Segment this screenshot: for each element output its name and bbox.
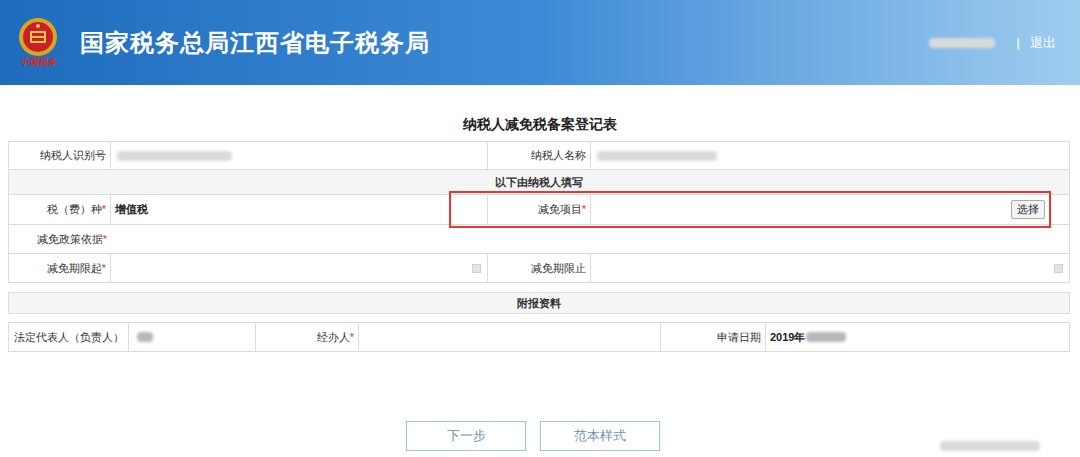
tax-type-value: 增值税 (111, 195, 488, 224)
calendar-icon[interactable] (1054, 264, 1063, 273)
field-label: 减免期限起* (9, 254, 111, 282)
masked-value (137, 332, 153, 342)
tax-emblem-icon (18, 17, 58, 57)
site-title: 国家税务总局江西省电子税务局 (80, 25, 430, 61)
exemption-item-field: 减免项目* 选择 (453, 195, 1047, 224)
logo: 中国税务 (12, 17, 64, 68)
form-title: 纳税人减免税备案登记表 (0, 113, 1080, 135)
field-label: 法定代表人（负责人） (9, 323, 129, 351)
section-header: 以下由纳税人填写 (9, 170, 1069, 195)
table-row: 法定代表人（负责人） 经办人* 申请日期2019年 (8, 322, 1070, 352)
field-label: 纳税人识别号 (9, 142, 111, 169)
period-start-input[interactable] (111, 254, 488, 282)
logout-link[interactable]: 退出 (1030, 33, 1056, 53)
page: 中国税务国家税务总局江西省电子税务局|退出纳税人减免税备案登记表纳税人识别号纳税… (0, 0, 1080, 457)
masked-value (929, 38, 995, 48)
masked-value (597, 151, 717, 161)
table-row: 纳税人识别号 纳税人名称 (9, 142, 1069, 170)
apply-date-value: 2019年 (766, 323, 1069, 351)
action-button[interactable]: 范本样式 (540, 421, 660, 451)
masked-value (940, 441, 1040, 451)
masked-value (117, 151, 232, 161)
select-button[interactable]: 选择 (1011, 200, 1045, 219)
handler-input[interactable] (359, 323, 661, 351)
separator: | (1017, 33, 1020, 53)
table-row: 税（费）种*增值税减免项目* 选择 (9, 195, 1069, 225)
period-end-input[interactable] (591, 254, 1069, 282)
section-header: 附报资料 (8, 292, 1070, 314)
policy-basis-input[interactable] (111, 225, 1069, 253)
action-button[interactable]: 下一步 (406, 421, 526, 451)
calendar-icon[interactable] (472, 264, 481, 273)
form-table: 纳税人识别号 纳税人名称以下由纳税人填写税（费）种*增值税减免项目* 选择减免政策依… (8, 141, 1070, 352)
field-label: 申请日期 (661, 323, 766, 351)
masked-value (806, 332, 846, 342)
table-row: 减免政策依据* (9, 225, 1069, 254)
table-row: 减免期限起* 减免期限止 (9, 254, 1069, 282)
field-label: 经办人* (256, 323, 359, 351)
field-label: 纳税人名称 (488, 142, 591, 169)
header-bar: 中国税务国家税务总局江西省电子税务局 | 退出 (0, 0, 1080, 85)
field-label: 减免期限止 (488, 254, 591, 282)
field-label: 税（费）种* (9, 195, 111, 224)
field-label: 减免政策依据* (9, 225, 111, 253)
field-label: 减免项目* (488, 195, 591, 224)
